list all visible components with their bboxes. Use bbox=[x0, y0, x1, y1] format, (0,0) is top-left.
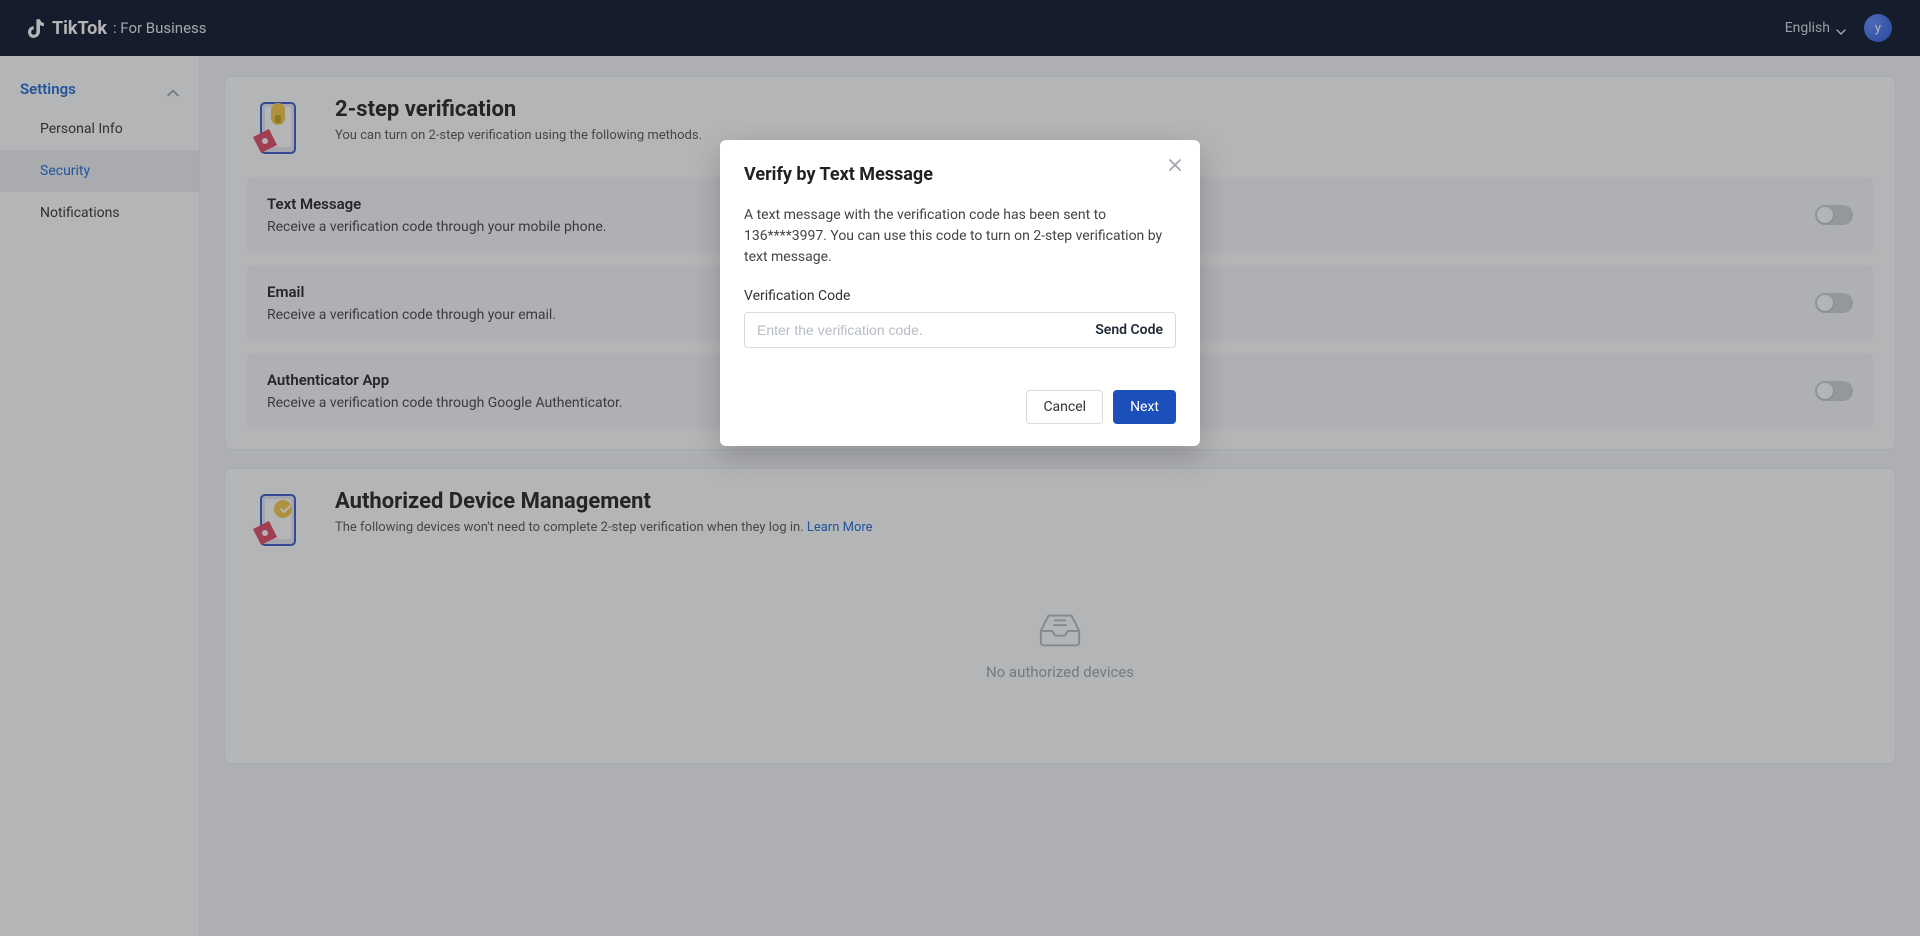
verification-code-input[interactable] bbox=[757, 322, 1085, 338]
verification-code-label: Verification Code bbox=[744, 288, 1176, 304]
modal-description: A text message with the verification cod… bbox=[744, 205, 1176, 268]
cancel-button[interactable]: Cancel bbox=[1026, 390, 1103, 424]
close-icon bbox=[1169, 156, 1181, 175]
verification-code-field-wrap: Send Code bbox=[744, 312, 1176, 348]
modal-overlay[interactable]: Verify by Text Message A text message wi… bbox=[0, 0, 1920, 936]
close-button[interactable] bbox=[1164, 154, 1186, 176]
verify-text-modal: Verify by Text Message A text message wi… bbox=[720, 140, 1200, 446]
next-button[interactable]: Next bbox=[1113, 390, 1176, 424]
send-code-button[interactable]: Send Code bbox=[1095, 322, 1163, 338]
modal-actions: Cancel Next bbox=[744, 390, 1176, 424]
modal-title: Verify by Text Message bbox=[744, 164, 1176, 185]
